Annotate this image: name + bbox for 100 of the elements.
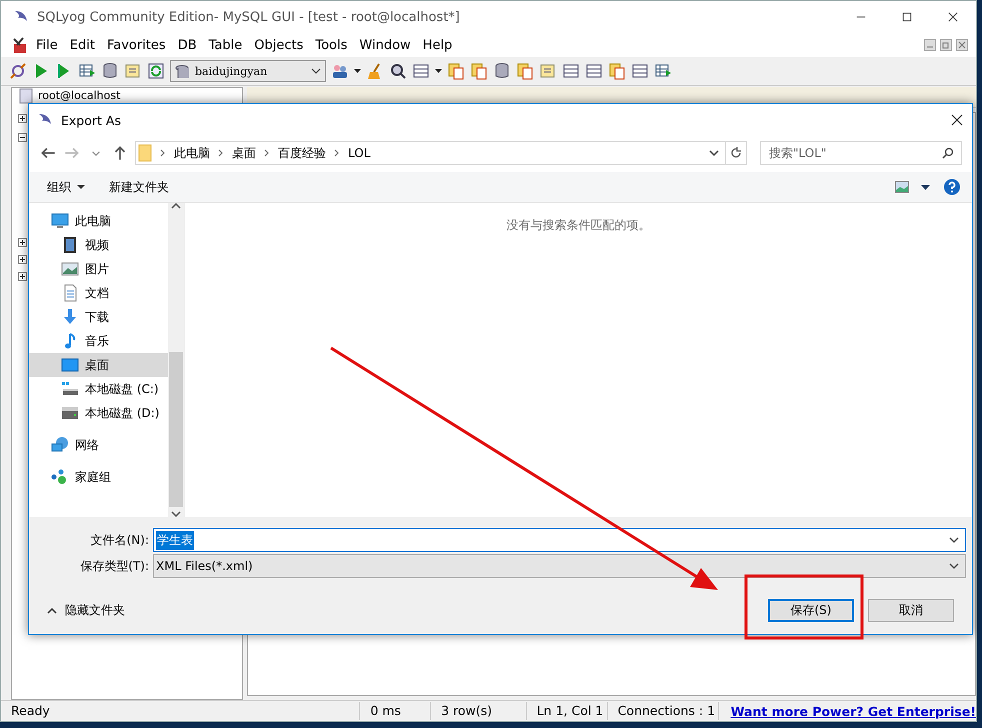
homegroup-icon (51, 468, 69, 486)
field-label: 文件名(N): (90, 532, 150, 548)
hide-folders-button[interactable]: 隐藏文件夹 (41, 601, 131, 620)
refresh-button[interactable] (726, 141, 747, 165)
status-text: 3 row(s) (431, 702, 527, 720)
status-text: Connections : 1 (608, 702, 719, 720)
new-folder-button[interactable]: 新建文件夹 (109, 178, 169, 196)
copy-icon[interactable] (516, 62, 534, 80)
empty-message: 没有与搜索条件匹配的项。 (506, 217, 650, 233)
chevron-up-icon[interactable] (171, 203, 181, 209)
dialog-title: Export As (61, 112, 122, 128)
nav-item[interactable]: 文档 (29, 281, 168, 305)
table-icon[interactable] (631, 62, 649, 80)
table-icon[interactable] (585, 62, 603, 80)
monitor-icon (51, 212, 69, 230)
menu-item[interactable]: Favorites (102, 38, 171, 52)
breadcrumb[interactable]: 此电脑 (174, 144, 210, 162)
drive-icon (61, 380, 79, 398)
network-icon (51, 436, 69, 454)
nav-item[interactable]: 视频 (29, 233, 168, 257)
refresh-icon (730, 147, 742, 159)
cancel-button[interactable]: 取消 (868, 599, 954, 622)
tree-node-label[interactable]: root@localhost (38, 90, 120, 102)
chevron-icon (311, 68, 321, 74)
film-icon (61, 236, 79, 254)
expand-icon[interactable] (18, 238, 27, 247)
nav-item[interactable]: 下载 (29, 305, 168, 329)
maximize-icon[interactable] (902, 12, 912, 22)
nav-item[interactable]: 音乐 (29, 329, 168, 353)
save-button[interactable]: 保存(S) (768, 599, 854, 622)
nav-item[interactable]: 此电脑 (29, 209, 168, 233)
monitor-icon (61, 356, 79, 374)
nav-item[interactable]: 图片 (29, 257, 168, 281)
table-icon[interactable] (412, 62, 430, 80)
users-icon[interactable] (331, 62, 349, 80)
window-title: SQLyog Community Edition- MySQL GUI - [test - root@localhost*] (37, 10, 461, 24)
caret-icon[interactable] (921, 184, 930, 190)
chevron-right-icon (334, 149, 340, 157)
chevron-up-icon (47, 608, 57, 614)
scrollbar[interactable] (168, 203, 184, 517)
field-label: 保存类型(T): (79, 558, 150, 574)
search-icon (942, 147, 954, 159)
caret-icon (77, 185, 85, 189)
organize-menu[interactable]: 组织 (47, 178, 85, 196)
address-bar[interactable]: 此电脑 桌面 百度经验 LOL (135, 141, 726, 165)
expand-icon[interactable] (18, 272, 27, 281)
close-icon[interactable] (948, 12, 958, 22)
status-text: Ln 1, Col 1 (526, 702, 608, 720)
chevron-right-icon (218, 149, 224, 157)
down-arrow-icon (61, 308, 79, 326)
table-icon[interactable] (562, 62, 580, 80)
plug-icon[interactable] (9, 62, 27, 80)
help-icon[interactable] (944, 179, 960, 195)
menu-item[interactable]: Table (204, 38, 248, 52)
collapse-icon[interactable] (18, 133, 27, 142)
file-type-dropdown[interactable]: XML Files(*.xml) (153, 554, 966, 578)
menu-item[interactable]: Tools (310, 38, 352, 52)
expand-icon[interactable] (18, 114, 27, 123)
image-icon (61, 260, 79, 278)
restore-icon[interactable] (940, 39, 952, 51)
search-field[interactable]: 搜索"LOL" (760, 141, 962, 165)
chevron-right-icon (160, 149, 166, 157)
note-icon[interactable] (124, 62, 142, 80)
copy-icon[interactable] (447, 62, 465, 80)
copy-icon[interactable] (470, 62, 488, 80)
folder-icon (138, 144, 152, 162)
caret-icon[interactable] (354, 69, 361, 73)
close-icon (951, 114, 963, 126)
caret-icon[interactable] (435, 69, 442, 73)
enterprise-link[interactable]: Want more Power? Get Enterprise! (718, 704, 976, 718)
menu-item[interactable]: Objects (249, 38, 308, 52)
chevron-down-icon[interactable] (171, 511, 181, 517)
nav-item[interactable]: 桌面 (29, 353, 168, 377)
file-name-field[interactable]: 学生表 (153, 528, 966, 552)
breadcrumb[interactable]: 百度经验 (278, 144, 326, 162)
nav-item[interactable]: 家庭组 (29, 465, 168, 489)
minimize-icon[interactable] (924, 39, 936, 51)
copy-icon[interactable] (608, 62, 626, 80)
search-icon[interactable] (389, 62, 407, 80)
nav-item[interactable]: 本地磁盘 (D:) (29, 401, 168, 425)
note-icon[interactable] (539, 62, 557, 80)
menu-item[interactable]: Window (354, 38, 416, 52)
nav-item[interactable]: 网络 (29, 433, 168, 457)
menu-item[interactable]: Help (418, 38, 458, 52)
expand-icon[interactable] (18, 255, 27, 264)
breadcrumb[interactable]: 桌面 (232, 144, 256, 162)
nav-item[interactable]: 本地磁盘 (C:) (29, 377, 168, 401)
drive-icon (61, 404, 79, 422)
server-icon (18, 88, 34, 104)
refresh-icon[interactable] (147, 62, 165, 80)
menu-item[interactable]: DB (172, 38, 202, 52)
menu-item[interactable]: File (31, 38, 63, 52)
status-text: 0 ms (360, 702, 432, 720)
database-dropdown[interactable]: baidujingyan (170, 60, 326, 82)
menu-item[interactable]: Edit (64, 38, 100, 52)
scrollbar-thumb[interactable] (169, 352, 183, 507)
status-text: Ready (1, 702, 360, 720)
view-icon[interactable] (895, 181, 909, 193)
breadcrumb[interactable]: LOL (348, 146, 370, 160)
chevron-right-icon (264, 149, 270, 157)
